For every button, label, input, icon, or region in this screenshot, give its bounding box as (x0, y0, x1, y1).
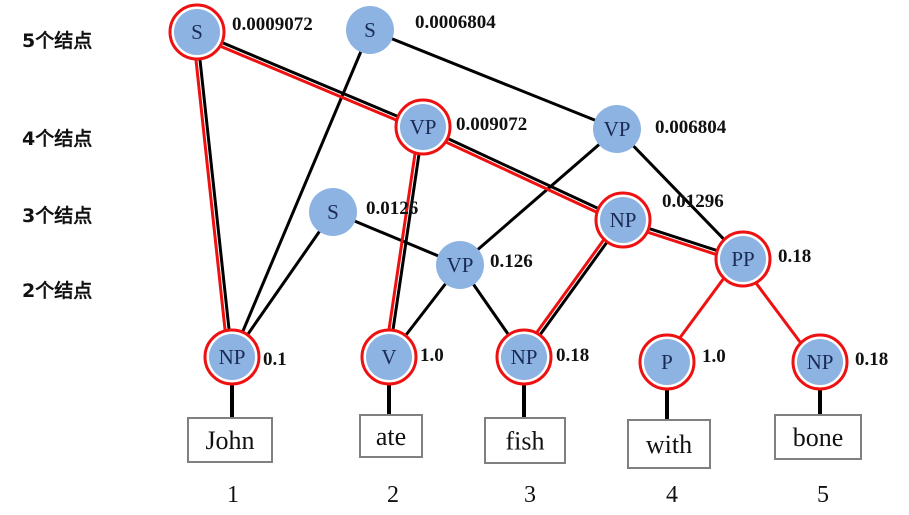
word-index: 2 (387, 482, 399, 508)
word-text: bone (793, 423, 844, 452)
word-bone: bone 5 (774, 414, 862, 508)
node-label: NP (610, 208, 637, 232)
node-label: S (327, 200, 339, 224)
node-label: VP (447, 253, 474, 277)
node-label: P (661, 350, 673, 374)
word-text: with (646, 430, 692, 459)
edge (196, 30, 424, 129)
parse-chart-diagram: 5个结点4个结点3个结点2个结点 S 0.0009072 S 0.0006804VP 0… (22, 3, 888, 508)
node-label: NP (219, 345, 246, 369)
row-label: 4个结点 (22, 127, 92, 150)
node-label: VP (410, 115, 437, 139)
best-path-edge (420, 129, 622, 225)
word-text: John (205, 426, 254, 455)
word-index: 4 (666, 482, 678, 508)
best-path-edge (383, 126, 421, 357)
word-index: 1 (227, 482, 239, 508)
tree-node-pp: PP 0.18 (714, 230, 811, 288)
word-text: ate (376, 422, 406, 451)
best-path-edge (191, 32, 230, 358)
word-index: 3 (524, 482, 536, 508)
node-probability: 0.18 (778, 246, 811, 267)
word-text: fish (506, 427, 545, 456)
node-label: NP (511, 345, 538, 369)
tree-node-s3: S 0.0126 (309, 188, 418, 236)
tree-node-vp3: VP 0.126 (436, 241, 533, 289)
node-probability: 1.0 (420, 345, 444, 366)
tree-node-np1: NP 0.1 (203, 328, 287, 386)
node-label: VP (604, 117, 631, 141)
node-probability: 0.0006804 (415, 12, 496, 33)
edge (459, 127, 618, 267)
edge (195, 31, 234, 358)
node-probability: 0.01296 (662, 191, 724, 212)
row-label: 5个结点 (22, 29, 92, 52)
best-path-edge (194, 34, 423, 133)
tree-node-p: P 1.0 (638, 333, 726, 391)
tree-node-vp2: VP 0.006804 (593, 105, 727, 153)
row-label: 3个结点 (22, 204, 92, 227)
word-index: 5 (817, 482, 829, 508)
node-probability: 0.0009072 (232, 14, 313, 35)
row-label: 2个结点 (22, 279, 92, 302)
node-probability: 0.0126 (366, 198, 418, 219)
word-ate: ate 2 (359, 414, 423, 508)
word-fish: fish 3 (484, 417, 566, 508)
node-label: NP (807, 350, 834, 374)
node-label: V (381, 345, 396, 369)
node-label: PP (731, 247, 754, 271)
node-label: S (191, 20, 203, 44)
edge (422, 125, 624, 222)
node-label: S (364, 18, 376, 42)
node-probability: 0.006804 (655, 117, 727, 138)
node-probability: 0.18 (855, 349, 888, 370)
node-probability: 1.0 (702, 346, 726, 367)
node-probability: 0.126 (490, 251, 533, 272)
tree-node-v: V 1.0 (360, 328, 444, 386)
tree-node-np2: NP 0.18 (495, 328, 589, 386)
word-John: John 1 (187, 417, 273, 508)
node-probability: 0.18 (556, 345, 589, 366)
node-probability: 0.1 (263, 349, 287, 370)
node-probability: 0.009072 (456, 114, 527, 135)
word-with: with 4 (627, 419, 711, 508)
tree-node-np5: NP 0.18 (791, 333, 888, 391)
tree-node-s2: S 0.0006804 (346, 6, 496, 54)
